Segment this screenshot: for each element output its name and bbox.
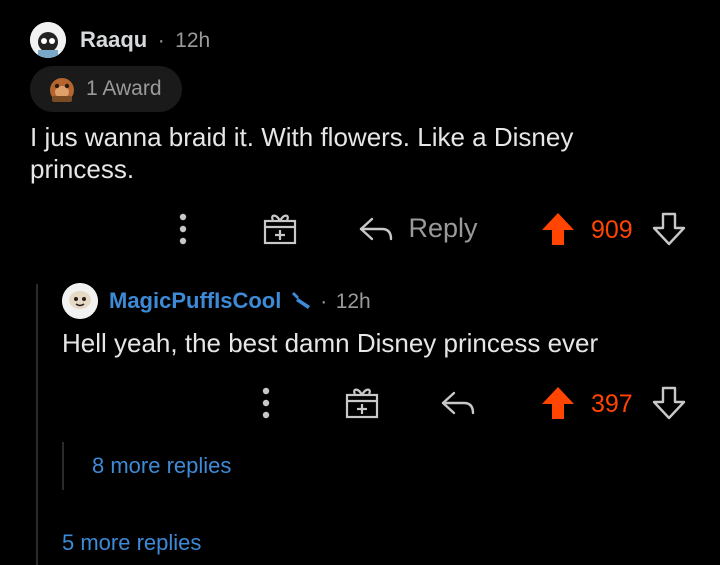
- give-award-button[interactable]: [344, 384, 380, 420]
- reply-arrow-icon: [441, 391, 475, 415]
- meta-separator: ·: [157, 29, 165, 52]
- award-badge[interactable]: 1 Award: [30, 66, 182, 112]
- timestamp: 12h: [335, 290, 371, 313]
- more-replies-link[interactable]: 5 more replies: [62, 530, 201, 556]
- username[interactable]: Raaqu: [80, 27, 147, 52]
- user-avatar[interactable]: [62, 283, 98, 319]
- username[interactable]: MagicPuffIsCool: [109, 288, 281, 313]
- upvote-button[interactable]: [540, 211, 576, 247]
- award-label: 1 Award: [86, 77, 162, 100]
- downvote-arrow-icon: [652, 212, 686, 246]
- upvote-arrow-icon: [542, 387, 574, 419]
- reply-arrow-icon: [358, 215, 394, 243]
- gift-icon: [345, 388, 379, 419]
- thread-line[interactable]: [36, 284, 38, 565]
- reply-button[interactable]: [440, 389, 476, 417]
- user-avatar[interactable]: [30, 22, 66, 58]
- comment-body: I jus wanna braid it. With flowers. Like…: [30, 122, 574, 184]
- more-options-button[interactable]: [172, 211, 194, 247]
- downvote-arrow-icon: [652, 386, 686, 420]
- timestamp: 12h: [175, 29, 211, 52]
- upvote-button[interactable]: [540, 385, 576, 421]
- award-icon: [46, 74, 78, 104]
- downvote-button[interactable]: [651, 211, 687, 247]
- comment-body: Hell yeah, the best damn Disney princess…: [62, 328, 599, 358]
- vote-score: 397: [591, 390, 633, 418]
- meta-separator: ·: [320, 290, 328, 313]
- gift-icon: [263, 214, 297, 245]
- more-options-button[interactable]: [255, 385, 277, 421]
- downvote-button[interactable]: [651, 385, 687, 421]
- upvote-arrow-icon: [542, 213, 574, 245]
- reply-label: Reply: [408, 213, 478, 243]
- reply-button[interactable]: Reply: [358, 213, 477, 244]
- nested-thread-line[interactable]: [62, 442, 64, 490]
- vote-score: 909: [591, 216, 633, 244]
- give-award-button[interactable]: [262, 210, 298, 246]
- vertical-dots-icon: [179, 213, 187, 245]
- vertical-dots-icon: [262, 387, 270, 419]
- wrench-icon: [290, 288, 314, 310]
- more-replies-link[interactable]: 8 more replies: [92, 453, 231, 479]
